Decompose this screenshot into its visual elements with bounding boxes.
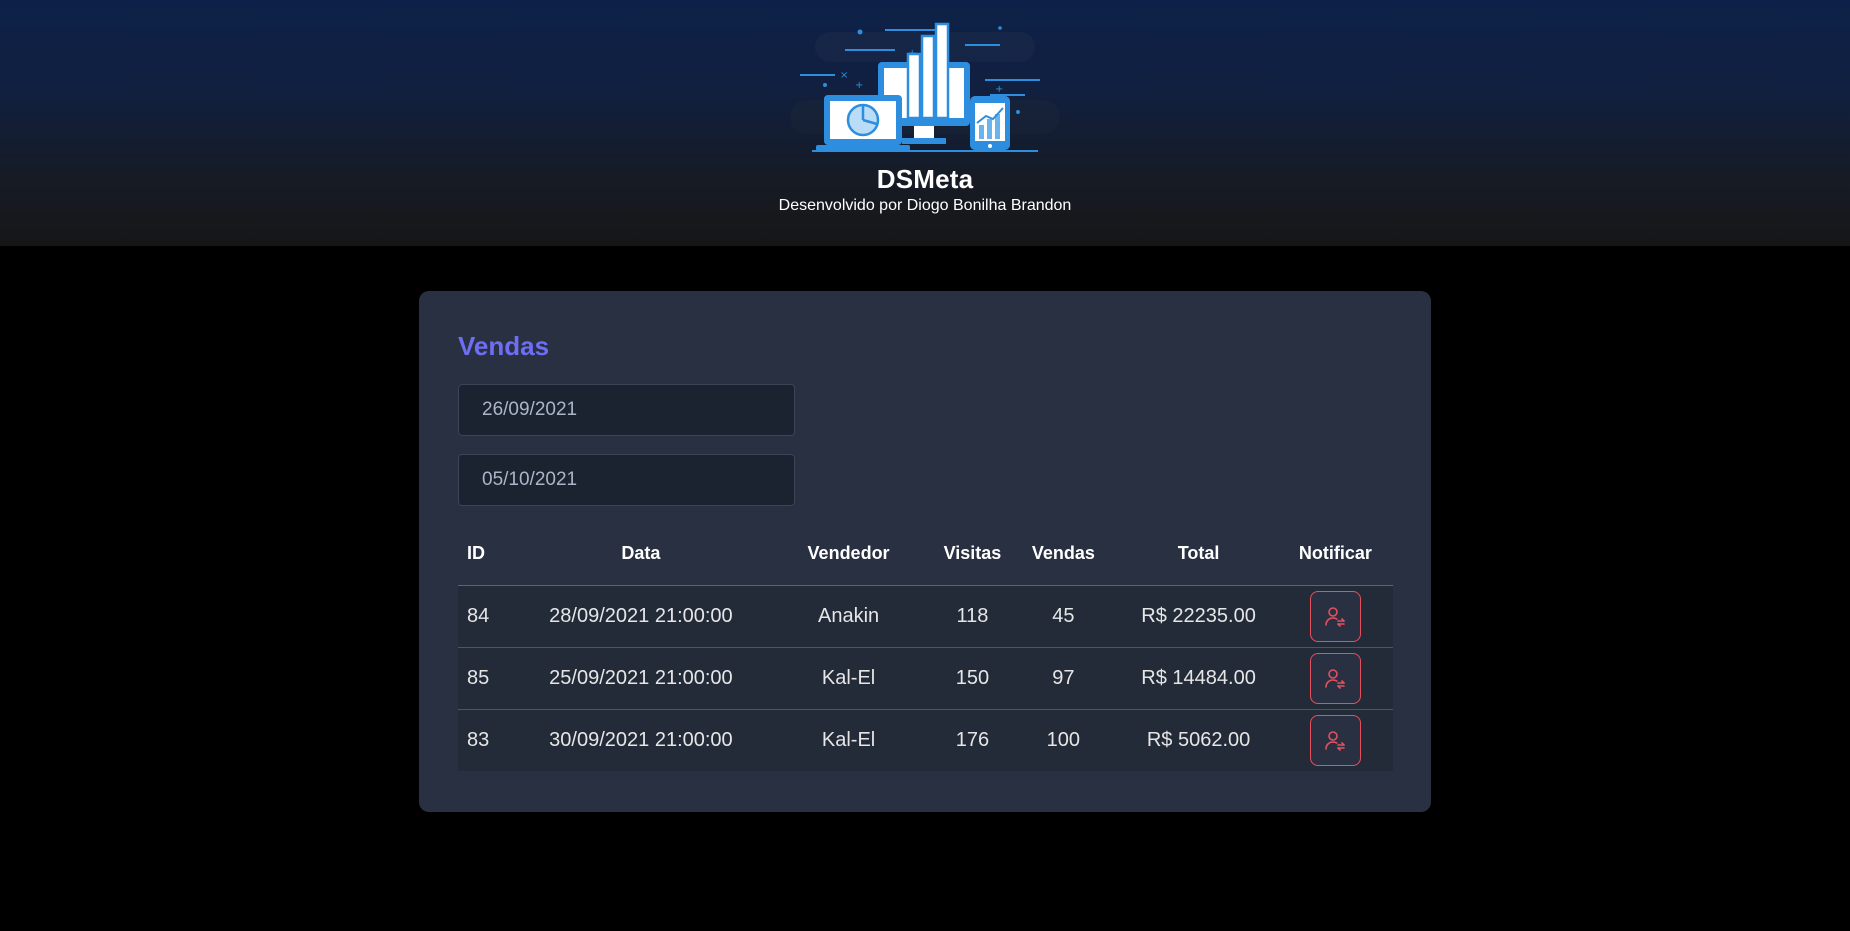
date-max-input[interactable] [458,454,795,506]
date-min-input[interactable] [458,384,795,436]
cell-deals: 97 [1007,647,1120,710]
column-header-vendedor: Vendedor [759,522,938,586]
cell-total: R$ 22235.00 [1119,585,1278,648]
cell-notify [1277,709,1393,771]
svg-text:+: + [995,84,1003,95]
cell-date: 28/09/2021 21:00:00 [522,585,760,648]
app-subtitle: Desenvolvido por Diogo Bonilha Brandon [778,197,1072,214]
dashboard-devices-logo-icon: × × + + + [790,22,1060,152]
cell-total: R$ 5062.00 [1119,709,1278,771]
cell-notify [1277,585,1393,648]
notify-button[interactable] [1309,715,1361,766]
svg-text:×: × [840,70,848,81]
column-header-notificar: Notificar [1277,522,1393,586]
cell-visits: 176 [937,709,1008,771]
cell-seller: Kal-El [759,709,938,771]
cell-date: 25/09/2021 21:00:00 [522,647,760,710]
cell-id: 83 [458,709,523,771]
column-header-vendas: Vendas [1007,522,1120,586]
cell-date: 30/09/2021 21:00:00 [522,709,760,771]
cell-deals: 100 [1007,709,1120,771]
notify-button[interactable] [1309,653,1361,704]
cell-visits: 150 [937,647,1008,710]
svg-text:+: + [855,80,863,91]
column-header-total: Total [1119,522,1278,586]
sales-table: ID Data Vendedor Visitas Vendas Total No… [458,522,1393,771]
cell-id: 85 [458,647,523,710]
cell-deals: 45 [1007,585,1120,648]
cell-total: R$ 14484.00 [1119,647,1278,710]
cell-notify [1277,647,1393,710]
sales-card: Vendas ID Data Vendedor Visitas Vendas T… [419,291,1431,812]
user-notify-icon [1325,730,1346,751]
cell-seller: Anakin [759,585,938,648]
user-notify-icon [1325,606,1346,627]
table-row: 83 30/09/2021 21:00:00 Kal-El 176 100 R$… [458,709,1393,771]
sales-title: Vendas [458,331,550,361]
table-row: 85 25/09/2021 21:00:00 Kal-El 150 97 R$ … [458,647,1393,710]
table-row: 84 28/09/2021 21:00:00 Anakin 118 45 R$ … [458,585,1393,648]
column-header-id: ID [458,522,523,586]
notify-button[interactable] [1309,591,1361,642]
column-header-visitas: Visitas [937,522,1008,586]
cell-id: 84 [458,585,523,648]
user-notify-icon [1325,668,1346,689]
app-header: × × + + + DSMeta Desenvolvido por Diogo … [0,0,1850,246]
cell-seller: Kal-El [759,647,938,710]
table-header-row: ID Data Vendedor Visitas Vendas Total No… [458,522,1393,586]
cell-visits: 118 [937,585,1008,648]
app-title: DSMeta [876,164,974,194]
column-header-data: Data [522,522,760,586]
